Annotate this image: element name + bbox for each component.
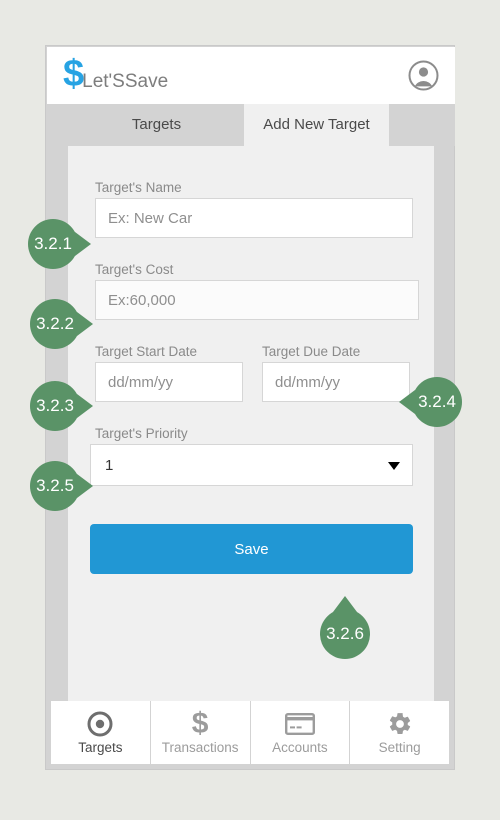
target-name-input[interactable] [95,198,413,238]
target-start-date-input[interactable] [95,362,243,402]
chevron-down-icon [388,462,400,470]
annotation-bubble-3-2-3: 3.2.3 [30,381,93,431]
annotation-bubble-3-2-4: 3.2.4 [399,377,462,427]
add-target-form: Target's Name Target's Cost Target Start… [68,146,434,718]
app-header: $ Let'SSave [47,47,455,104]
annotation-bubble-3-2-2: 3.2.2 [30,299,93,349]
target-priority-value: 1 [105,457,114,474]
target-cost-label: Target's Cost [95,262,174,277]
user-avatar-icon[interactable] [408,60,439,91]
target-bullseye-icon [87,710,113,737]
credit-card-icon [284,710,315,737]
phone-frame: $ Let'SSave Targets Add New Target Targe… [45,45,455,770]
target-due-date-input[interactable] [262,362,410,402]
save-button[interactable]: Save [90,524,413,574]
target-start-date-label: Target Start Date [95,344,198,359]
nav-label-targets: Targets [78,740,123,755]
annotation-bubble-3-2-6: 3.2.6 [320,596,370,659]
target-cost-input[interactable] [95,280,419,320]
annotation-bubble-3-2-5: 3.2.5 [30,461,93,511]
target-due-date-label: Target Due Date [262,344,361,359]
bottom-navigation: Targets $ Transactions Accounts Setting [51,701,449,764]
app-logo: $ Let'SSave [63,55,168,93]
nav-item-accounts[interactable]: Accounts [250,701,350,764]
gear-icon [387,710,413,737]
tab-strip: Targets Add New Target [47,104,455,146]
annotation-bubble-3-2-1: 3.2.1 [28,219,91,269]
target-priority-select[interactable]: 1 [90,444,413,486]
dollar-sign-icon: $ [63,53,85,95]
nav-item-setting[interactable]: Setting [350,701,449,764]
nav-label-accounts: Accounts [272,740,328,755]
target-priority-label: Target's Priority [95,426,188,441]
tab-add-new-target[interactable]: Add New Target [244,104,389,146]
nav-item-targets[interactable]: Targets [51,701,150,764]
nav-item-transactions[interactable]: $ Transactions [150,701,250,764]
dollar-sign-icon: $ [191,707,209,740]
nav-label-transactions: Transactions [161,740,239,755]
target-name-label: Target's Name [95,180,182,195]
nav-label-setting: Setting [378,740,421,755]
app-title: Let'SSave [82,71,169,92]
tab-targets[interactable]: Targets [69,104,244,146]
